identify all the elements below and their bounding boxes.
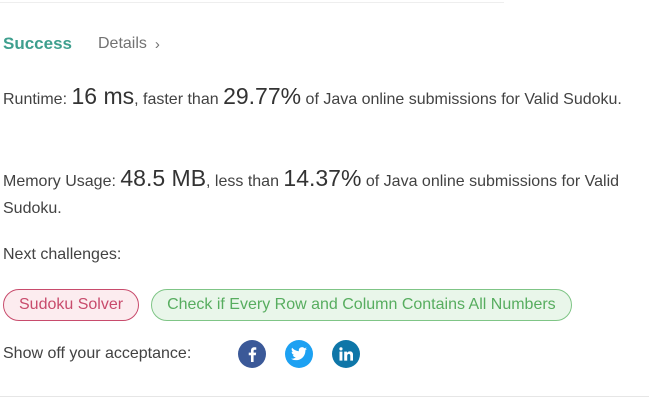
share-row: Show off your acceptance:	[3, 339, 379, 369]
chevron-right-icon: ›	[154, 35, 160, 53]
share-label: Show off your acceptance:	[3, 345, 192, 362]
top-divider	[0, 2, 504, 3]
next-challenges-title: Next challenges:	[3, 246, 122, 263]
runtime-percent: 29.77%	[223, 83, 302, 109]
memory-comparison: , less than	[206, 173, 279, 190]
linkedin-icon	[339, 347, 353, 361]
runtime-suffix: of Java online submissions for Valid Sud…	[305, 91, 622, 108]
details-link[interactable]: Details ›	[98, 35, 160, 53]
facebook-icon	[248, 347, 257, 362]
twitter-icon	[291, 347, 307, 361]
memory-stat: Memory Usage: 48.5 MB, less than 14.37% …	[3, 165, 628, 222]
runtime-label: Runtime:	[3, 91, 68, 108]
runtime-comparison: , faster than	[134, 91, 219, 108]
runtime-value: 16 ms	[71, 83, 135, 109]
facebook-share-button[interactable]	[238, 340, 266, 368]
status-success-label: Success	[3, 34, 72, 53]
details-label: Details	[98, 35, 147, 52]
memory-percent: 14.37%	[283, 165, 362, 191]
bottom-divider	[0, 396, 649, 397]
memory-label: Memory Usage:	[3, 173, 116, 190]
runtime-stat: Runtime: 16 ms, faster than 29.77% of Ja…	[3, 83, 628, 113]
memory-value: 48.5 MB	[120, 165, 207, 191]
twitter-share-button[interactable]	[285, 340, 313, 368]
challenge-chip-check-row-column[interactable]: Check if Every Row and Column Contains A…	[151, 289, 572, 321]
challenge-chip-sudoku-solver[interactable]: Sudoku Solver	[3, 289, 140, 321]
next-challenges-list: Sudoku Solver Check if Every Row and Col…	[3, 289, 572, 321]
linkedin-share-button[interactable]	[332, 340, 360, 368]
result-header: Success Details ›	[3, 33, 160, 55]
